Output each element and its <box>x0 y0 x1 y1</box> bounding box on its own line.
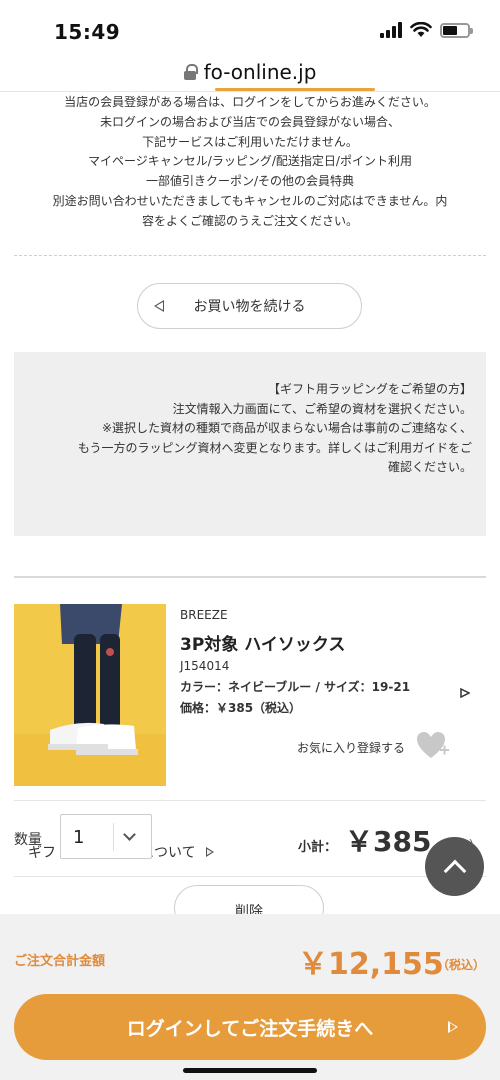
triangle-right-icon[interactable] <box>460 683 471 702</box>
notice-line: 当店の会員登録がある場合は、ログインをしてからお進みください。 <box>64 95 436 109</box>
continue-shopping-label: お買い物を続ける <box>193 299 306 315</box>
gift-wrapping-info: 【ギフト用ラッピングをご希望の方】 注文情報入力画面にて、ご希望の資材を選択くだ… <box>22 380 472 478</box>
login-checkout-button[interactable]: ログインしてご注文手続きへ <box>14 994 486 1060</box>
status-time: 15:49 <box>54 20 121 44</box>
product-spec: カラー：ネイビーブルー / サイズ：19-21 <box>180 680 411 694</box>
product-photo <box>14 604 166 786</box>
gift-line: ※選択した資材の種類で商品が収まらない場合は事前のご連絡なく、 <box>101 421 472 435</box>
order-total-value: ￥12,155 <box>298 947 444 982</box>
cart-divider <box>14 576 486 578</box>
notice-line: 未ログインの場合および当店での会員登録がない場合、 <box>99 114 400 129</box>
product-name[interactable]: 3P対象 ハイソックス <box>180 630 345 655</box>
lock-icon <box>183 63 198 80</box>
triangle-right-icon <box>205 847 214 857</box>
product-brand: BREEZE <box>180 608 228 622</box>
url-text[interactable]: fo-online.jp <box>204 60 317 84</box>
triangle-left-icon <box>154 300 164 312</box>
signal-icon <box>380 22 402 38</box>
gift-line: もう一方のラッピング資材へ変更となります。詳しくはご利用ガイドをご <box>77 440 472 455</box>
address-bar[interactable]: fo-online.jp <box>0 52 500 92</box>
product-code: J154014 <box>180 659 230 673</box>
product-image[interactable] <box>14 604 166 786</box>
gift-line: 確認ください。 <box>387 460 472 474</box>
select-separator <box>113 823 114 851</box>
quantity-value[interactable]: 1 <box>73 827 84 848</box>
login-checkout-label: ログインしてご注文手続きへ <box>126 1017 374 1040</box>
quantity-label: 数量 <box>14 832 42 848</box>
section-divider <box>14 255 486 256</box>
quantity-select[interactable]: 1 <box>60 814 152 859</box>
status-bar: 15:49 <box>0 0 500 52</box>
notice-line: 下記サービスはご利用いただけません。 <box>142 134 358 149</box>
chevron-up-icon <box>443 859 466 882</box>
subtotal-label: 小計： <box>298 840 338 855</box>
wifi-icon <box>410 22 432 37</box>
quantity-divider <box>14 876 486 877</box>
notice-line: 別途お問い合わせいただきましてもキャンセルのご対応はできません。内 <box>52 193 448 208</box>
gift-line: 注文情報入力画面にて、ご希望の資材を選択ください。 <box>172 401 472 416</box>
page-load-accent <box>215 88 375 91</box>
continue-shopping-button[interactable]: お買い物を続ける <box>137 283 362 329</box>
order-summary-bar: ご注文合計金額 ￥12,155 （税込） ログインしてご注文手続きへ <box>0 914 500 1080</box>
home-indicator[interactable] <box>183 1068 317 1073</box>
battery-icon <box>440 22 473 38</box>
login-notice: 当店の会員登録がある場合は、ログインをしてからお進みください。 未ログインの場合… <box>14 93 486 232</box>
notice-line: マイページキャンセル/ラッピング/配送指定日/ポイント利用 <box>88 154 412 169</box>
order-total-label: ご注文合計金額 <box>14 954 106 969</box>
notice-line: 一部値引きクーポン/その他の会員特典 <box>145 174 355 189</box>
favorite-label[interactable]: お気に入り登録する <box>297 739 405 756</box>
gift-line: 【ギフト用ラッピングをご希望の方】 <box>267 382 472 396</box>
scroll-to-top-button[interactable] <box>425 837 484 896</box>
triangle-right-icon <box>448 1021 458 1033</box>
order-total-tax: （税込） <box>437 958 486 972</box>
notice-line: 容をよくご確認のうえご注文ください。 <box>141 213 358 228</box>
product-divider <box>14 800 486 801</box>
chevron-down-icon <box>123 828 136 841</box>
product-price: 価格：￥385（税込） <box>180 701 302 715</box>
heart-plus-icon[interactable] <box>416 731 450 761</box>
gift-wrapping-panel: 【ギフト用ラッピングをご希望の方】 注文情報入力画面にて、ご希望の資材を選択くだ… <box>14 352 486 861</box>
subtotal-value: ￥385 <box>345 825 432 858</box>
status-icons <box>380 22 473 38</box>
